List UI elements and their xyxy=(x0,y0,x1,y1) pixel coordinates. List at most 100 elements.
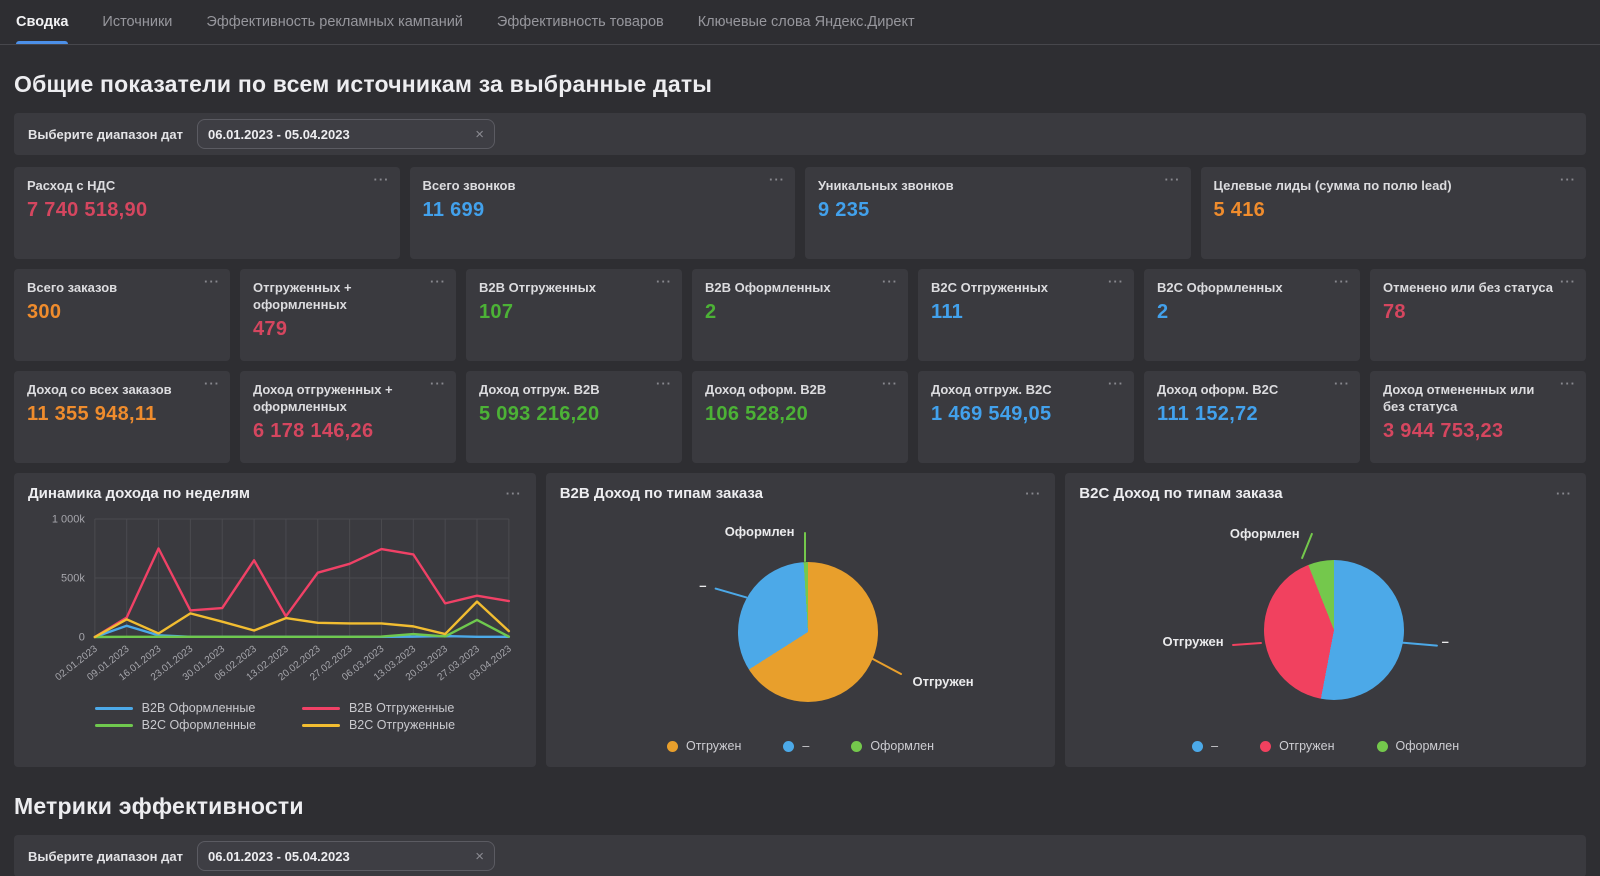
legend-item[interactable]: Оформлен xyxy=(1377,739,1460,753)
b2b-pie-card: B2B Доход по типам заказа ··· Отгружен–О… xyxy=(546,473,1056,767)
card-menu-icon[interactable]: ··· xyxy=(204,275,220,288)
card-menu-icon[interactable]: ··· xyxy=(1560,377,1576,390)
legend-item[interactable]: Оформлен xyxy=(851,739,934,753)
b2b-pie-legend: Отгружен – Оформлен xyxy=(560,735,1042,755)
kpi-card: Доход оформ. B2C···111 152,72 xyxy=(1144,371,1360,463)
legend-item[interactable]: B2B Оформленные xyxy=(95,701,256,715)
card-menu-icon[interactable]: ··· xyxy=(656,275,672,288)
kpi-card: B2C Оформленных···2 xyxy=(1144,269,1360,361)
card-menu-icon[interactable]: ··· xyxy=(1165,173,1181,186)
b2c-pie-chart: –ОтгруженОформлен xyxy=(1079,502,1572,735)
legend-label: Отгружен xyxy=(1279,739,1334,753)
line-chart-title: Динамика дохода по неделям xyxy=(28,485,250,502)
kpi-label: B2B Отгруженных xyxy=(479,280,669,297)
b2c-pie-title: B2C Доход по типам заказа xyxy=(1079,485,1282,502)
kpi-value: 6 178 146,26 xyxy=(253,420,443,443)
clear-date-icon[interactable]: × xyxy=(475,127,484,142)
legend-label: B2B Отгруженные xyxy=(349,701,454,715)
kpi-card: Доход отгруж. B2C···1 469 549,05 xyxy=(918,371,1134,463)
kpi-row-2: Всего заказов···300Отгруженных + оформле… xyxy=(14,269,1586,361)
kpi-label: Доход отгруженных + оформленных xyxy=(253,382,443,416)
kpi-label: B2C Оформленных xyxy=(1157,280,1347,297)
card-menu-icon[interactable]: ··· xyxy=(506,487,522,502)
tab-svodka[interactable]: Сводка xyxy=(16,0,68,44)
card-menu-icon[interactable]: ··· xyxy=(430,275,446,288)
tab-klyuchevye-slova-yandex-direct[interactable]: Ключевые слова Яндекс.Директ xyxy=(698,0,915,44)
tab-label: Источники xyxy=(102,14,172,30)
legend-dot xyxy=(667,741,678,752)
legend-label: Оформлен xyxy=(1396,739,1460,753)
card-menu-icon[interactable]: ··· xyxy=(769,173,785,186)
legend-item[interactable]: – xyxy=(783,739,809,753)
legend-item[interactable]: B2B Отгруженные xyxy=(302,701,455,715)
card-menu-icon[interactable]: ··· xyxy=(1556,487,1572,502)
kpi-label: B2C Отгруженных xyxy=(931,280,1121,297)
kpi-value: 7 740 518,90 xyxy=(27,199,387,222)
kpi-value: 300 xyxy=(27,301,217,324)
pie-callout-label: Оформлен xyxy=(1230,526,1300,541)
tab-istochniki[interactable]: Источники xyxy=(102,0,172,44)
legend-item[interactable]: B2C Оформленные xyxy=(95,718,256,732)
tab-effektivnost-reklamnyh-kampaniy[interactable]: Эффективность рекламных кампаний xyxy=(206,0,463,44)
legend-line-swatch xyxy=(302,724,340,727)
b2c-pie-card: B2C Доход по типам заказа ··· – Отгружен О… xyxy=(1065,473,1586,767)
kpi-value: 3 944 753,23 xyxy=(1383,420,1573,443)
kpi-value: 11 699 xyxy=(423,199,783,222)
svg-text:1 000k: 1 000k xyxy=(52,514,86,526)
date-filter-panel-2: Выберите диапазон дат 06.01.2023 - 05.04… xyxy=(14,835,1586,876)
card-menu-icon[interactable]: ··· xyxy=(656,377,672,390)
legend-item[interactable]: Отгружен xyxy=(1260,739,1334,753)
kpi-value: 5 093 216,20 xyxy=(479,403,669,426)
kpi-value: 107 xyxy=(479,301,669,324)
legend-line-swatch xyxy=(95,707,133,710)
legend-dot xyxy=(851,741,862,752)
card-menu-icon[interactable]: ··· xyxy=(374,173,390,186)
card-menu-icon[interactable]: ··· xyxy=(1334,275,1350,288)
card-menu-icon[interactable]: ··· xyxy=(1560,173,1576,186)
pie-circle[interactable] xyxy=(738,562,878,702)
legend-item[interactable]: B2C Отгруженные xyxy=(302,718,455,732)
kpi-label: Доход отгруж. B2B xyxy=(479,382,669,399)
kpi-value: 5 416 xyxy=(1214,199,1574,222)
kpi-value: 11 355 948,11 xyxy=(27,403,217,426)
kpi-row-1: Расход с НДС···7 740 518,90Всего звонков… xyxy=(14,167,1586,259)
card-menu-icon[interactable]: ··· xyxy=(1334,377,1350,390)
metrics-section-title: Метрики эффективности xyxy=(14,793,1586,820)
card-menu-icon[interactable]: ··· xyxy=(882,275,898,288)
kpi-value: 78 xyxy=(1383,301,1573,324)
tab-effektivnost-tovarov[interactable]: Эффективность товаров xyxy=(497,0,664,44)
tab-label: Сводка xyxy=(16,14,68,30)
kpi-card: Целевые лиды (сумма по полю lead)···5 41… xyxy=(1201,167,1587,259)
legend-item[interactable]: – xyxy=(1192,739,1218,753)
svg-text:500k: 500k xyxy=(61,573,85,585)
kpi-label: B2B Оформленных xyxy=(705,280,895,297)
tab-bar: Сводка Источники Эффективность рекламных к… xyxy=(0,0,1600,45)
kpi-value: 2 xyxy=(705,301,895,324)
legend-label: B2C Оформленные xyxy=(142,718,256,732)
card-menu-icon[interactable]: ··· xyxy=(1108,275,1124,288)
card-menu-icon[interactable]: ··· xyxy=(1108,377,1124,390)
card-menu-icon[interactable]: ··· xyxy=(882,377,898,390)
card-menu-icon[interactable]: ··· xyxy=(204,377,220,390)
legend-dot xyxy=(1192,741,1203,752)
card-menu-icon[interactable]: ··· xyxy=(430,377,446,390)
kpi-value: 111 152,72 xyxy=(1157,403,1347,426)
date-filter-panel: Выберите диапазон дат 06.01.2023 - 05.04… xyxy=(14,113,1586,155)
b2c-pie-legend: – Отгружен Оформлен xyxy=(1079,735,1572,755)
legend-line-swatch xyxy=(95,724,133,727)
card-menu-icon[interactable]: ··· xyxy=(1025,487,1041,502)
pie-callout-label: Оформлен xyxy=(725,524,795,539)
legend-item[interactable]: Отгружен xyxy=(667,739,741,753)
line-chart-card: Динамика дохода по неделям ··· 0500k1 00… xyxy=(14,473,536,767)
kpi-card: Доход отгруж. B2B··· 5 093 216,20 xyxy=(466,371,682,463)
tab-label: Эффективность рекламных кампаний xyxy=(206,14,463,30)
date-range-input[interactable]: 06.01.2023 - 05.04.2023 × xyxy=(197,841,495,871)
pie-circle[interactable] xyxy=(1264,560,1404,700)
kpi-card: Всего заказов···300 xyxy=(14,269,230,361)
pie-callout-label: Отгружен xyxy=(1162,634,1223,649)
clear-date-icon[interactable]: × xyxy=(475,849,484,864)
date-filter-label: Выберите диапазон дат xyxy=(28,849,183,864)
card-menu-icon[interactable]: ··· xyxy=(1560,275,1576,288)
kpi-card: Уникальных звонков···9 235 xyxy=(805,167,1191,259)
date-range-input[interactable]: 06.01.2023 - 05.04.2023 × xyxy=(197,119,495,149)
